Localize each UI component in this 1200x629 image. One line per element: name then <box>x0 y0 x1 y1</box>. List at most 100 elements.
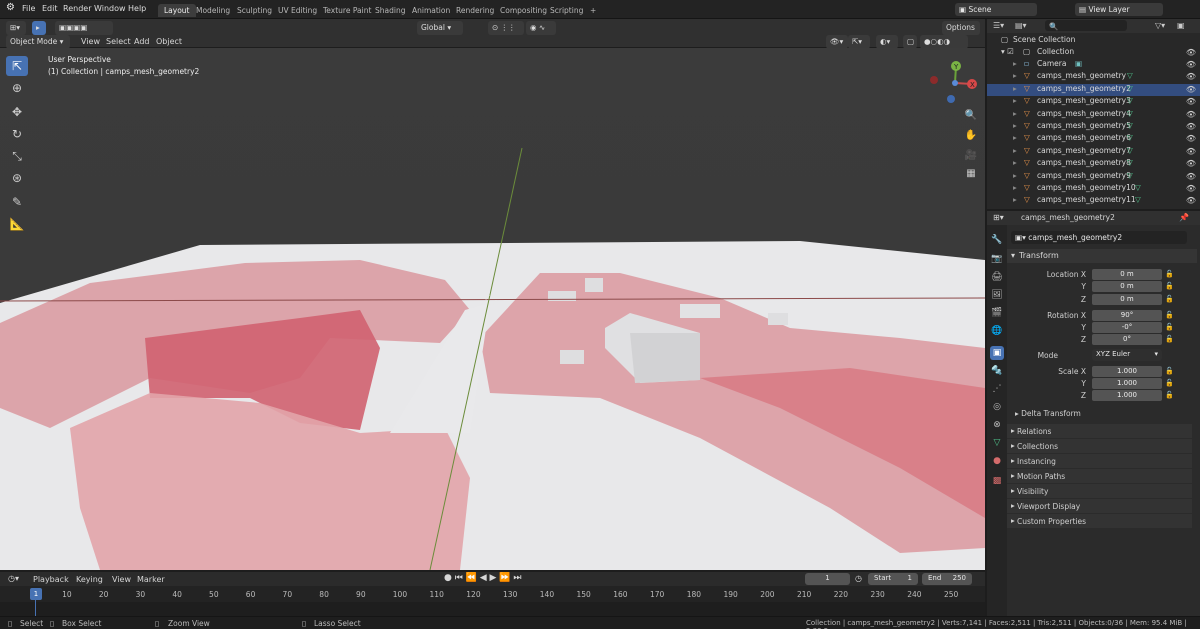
new-collection-icon[interactable]: ▣ <box>1177 21 1185 30</box>
options-button[interactable]: Options ▾ <box>942 21 980 42</box>
shading-modes-icon[interactable]: ●○◐◑ <box>920 35 968 49</box>
measure-tool-icon[interactable]: 📐 <box>6 214 28 234</box>
proportional-edit-icon[interactable]: ◉ ∿ <box>526 21 556 35</box>
eye-icon[interactable]: 👁 <box>1186 85 1196 94</box>
gizmo-neg-x-icon[interactable] <box>930 76 938 84</box>
transform-section-header[interactable]: ▾ Transform <box>1007 249 1197 263</box>
render-tab-icon[interactable]: 📷 <box>990 252 1004 266</box>
constraints-tab-icon[interactable]: ⊗ <box>990 418 1004 432</box>
gizmo-neg-z-icon[interactable] <box>947 95 955 103</box>
expand-arrow-icon[interactable]: ▸ <box>1013 121 1017 130</box>
properties-section[interactable]: ▸ Instancing <box>1007 454 1192 468</box>
object-mode-dropdown[interactable]: Object Mode ▾ <box>6 35 70 49</box>
expand-arrow-icon[interactable]: ▸ <box>1013 96 1017 105</box>
output-tab-icon[interactable]: 🖨 <box>990 270 1004 284</box>
lock-icon[interactable]: 🔓 <box>1165 391 1174 399</box>
eye-icon[interactable]: 👁 <box>1186 147 1196 156</box>
camera-view-icon[interactable]: 🎥 <box>960 146 982 166</box>
add-workspace-button[interactable]: + <box>584 4 602 17</box>
rotation-y-field[interactable]: -0° <box>1092 322 1162 333</box>
eye-icon[interactable]: 👁 <box>1186 48 1196 57</box>
eye-icon[interactable]: 👁 <box>1186 72 1196 81</box>
expand-arrow-icon[interactable]: ▸ <box>1013 183 1017 192</box>
selection-modes-icon[interactable]: ▣▣▣▣ <box>55 21 113 35</box>
xray-icon[interactable]: ▢ <box>903 35 917 49</box>
properties-type-icon[interactable]: ⊞▾ <box>993 213 1004 222</box>
collection-row[interactable]: ▾ ☑ ▢ Collection 👁 <box>987 47 1200 59</box>
menu-object[interactable]: Object <box>156 37 182 46</box>
eye-icon[interactable]: 👁 <box>1186 196 1196 205</box>
expand-arrow-icon[interactable]: ▸ <box>1013 59 1017 68</box>
properties-section[interactable]: ▸ Motion Paths <box>1007 469 1192 483</box>
delta-transform-section[interactable]: ▸ Delta Transform <box>1015 409 1200 423</box>
transform-orientation-dropdown[interactable]: Global ▾ <box>417 21 463 35</box>
menu-add[interactable]: Add <box>134 37 150 46</box>
menu-keying[interactable]: Keying <box>76 575 103 584</box>
blender-logo-icon[interactable]: ⚙ <box>6 2 15 13</box>
object-name-field[interactable]: ▣▾ camps_mesh_geometry2 <box>1011 231 1187 244</box>
lock-icon[interactable]: 🔓 <box>1165 270 1174 278</box>
tab-uv-editing[interactable]: UV Editing <box>272 4 323 17</box>
menu-render[interactable]: Render <box>63 4 91 13</box>
rotate-tool-icon[interactable]: ↻ <box>6 124 28 144</box>
move-tool-icon[interactable]: ✥ <box>6 102 28 122</box>
world-tab-icon[interactable]: 🌐 <box>990 324 1004 338</box>
modifier-tab-icon[interactable]: 🔩 <box>990 364 1004 378</box>
scene-tab-icon[interactable]: 🎬 <box>990 306 1004 320</box>
lock-icon[interactable]: 🔓 <box>1165 335 1174 343</box>
expand-arrow-icon[interactable]: ▸ <box>1013 146 1017 155</box>
properties-section[interactable]: ▸ Visibility <box>1007 484 1192 498</box>
outliner-item[interactable]: ▸ ▽ camps_mesh_geometry6 ▽ 👁 <box>987 133 1200 145</box>
ortho-grid-icon[interactable]: ▦ <box>960 164 982 184</box>
tab-modeling[interactable]: Modeling <box>190 4 236 17</box>
scale-y-field[interactable]: 1.000 <box>1092 378 1162 389</box>
display-mode-icon[interactable]: ▤▾ <box>1015 21 1027 30</box>
tab-scripting[interactable]: Scripting <box>544 4 589 17</box>
menu-select[interactable]: Select <box>106 37 131 46</box>
data-tab-icon[interactable]: ▽ <box>990 436 1004 450</box>
outliner-item[interactable]: ▸ ▽ camps_mesh_geometry4 ▽ 👁 <box>987 109 1200 121</box>
filter-icon[interactable]: ▽▾ <box>1155 21 1165 30</box>
lock-icon[interactable]: 🔓 <box>1165 311 1174 319</box>
outliner-item[interactable]: ▸ ▽ camps_mesh_geometry11 ▽ 👁 <box>987 195 1200 207</box>
annotate-tool-icon[interactable]: ✎ <box>6 192 28 212</box>
timeline-track[interactable] <box>0 602 985 616</box>
outliner-item[interactable]: ▸ ▽ camps_mesh_geometry8 ▽ 👁 <box>987 158 1200 170</box>
material-tab-icon[interactable]: ● <box>990 454 1004 468</box>
eye-icon[interactable]: 👁 <box>1186 97 1196 106</box>
3d-viewport[interactable]: ⇱ ⊕ ✥ ↻ ⤡ ⊛ ✎ 📐 User Perspective (1) Col… <box>0 48 985 570</box>
snap-icon[interactable]: ⊙ ⋮⋮ <box>488 21 524 35</box>
scene-selector[interactable]: ▣ Scene <box>955 3 1037 16</box>
eye-icon[interactable]: 👁 <box>1186 122 1196 131</box>
menu-timeline-view[interactable]: View <box>112 575 131 584</box>
expand-arrow-icon[interactable]: ▸ <box>1013 84 1017 93</box>
rotation-mode-dropdown[interactable]: XYZ Euler ▾ <box>1092 349 1162 361</box>
eye-icon[interactable]: 👁 <box>1186 60 1196 69</box>
particles-tab-icon[interactable]: ⋰ <box>990 382 1004 396</box>
eye-icon[interactable]: 👁 <box>1186 159 1196 168</box>
cursor-tool-icon[interactable]: ⊕ <box>6 78 28 98</box>
view-layer-tab-icon[interactable]: 🖼 <box>990 288 1004 302</box>
lock-icon[interactable]: 🔓 <box>1165 379 1174 387</box>
outliner-type-icon[interactable]: ☰▾ <box>993 21 1004 30</box>
outliner-item[interactable]: ▸ ▽ camps_mesh_geometry2 ▽ 👁 <box>987 83 1200 96</box>
timeline-type-icon[interactable]: ◷▾ <box>8 574 19 583</box>
pin-icon[interactable]: 📌 <box>1179 213 1189 222</box>
clock-icon[interactable]: ◷ <box>855 574 862 583</box>
expand-arrow-icon[interactable]: ▸ <box>1013 71 1017 80</box>
scale-tool-icon[interactable]: ⤡ <box>6 146 28 166</box>
menu-help[interactable]: Help <box>128 4 146 13</box>
expand-arrow-icon[interactable]: ▸ <box>1013 171 1017 180</box>
lock-icon[interactable]: 🔓 <box>1165 282 1174 290</box>
tab-rendering[interactable]: Rendering <box>450 4 500 17</box>
visibility-icon[interactable]: 👁▾ <box>826 35 848 49</box>
properties-section[interactable]: ▸ Collections <box>1007 439 1192 453</box>
properties-section[interactable]: ▸ Relations <box>1007 424 1192 438</box>
expand-arrow-icon[interactable]: ▸ <box>1013 109 1017 118</box>
menu-edit[interactable]: Edit <box>42 4 58 13</box>
location-x-field[interactable]: 0 m <box>1092 269 1162 280</box>
rotation-x-field[interactable]: 90° <box>1092 310 1162 321</box>
expand-arrow-icon[interactable]: ▸ <box>1013 195 1017 204</box>
tab-sculpting[interactable]: Sculpting <box>231 4 278 17</box>
current-frame-field[interactable]: 1 <box>805 573 850 585</box>
